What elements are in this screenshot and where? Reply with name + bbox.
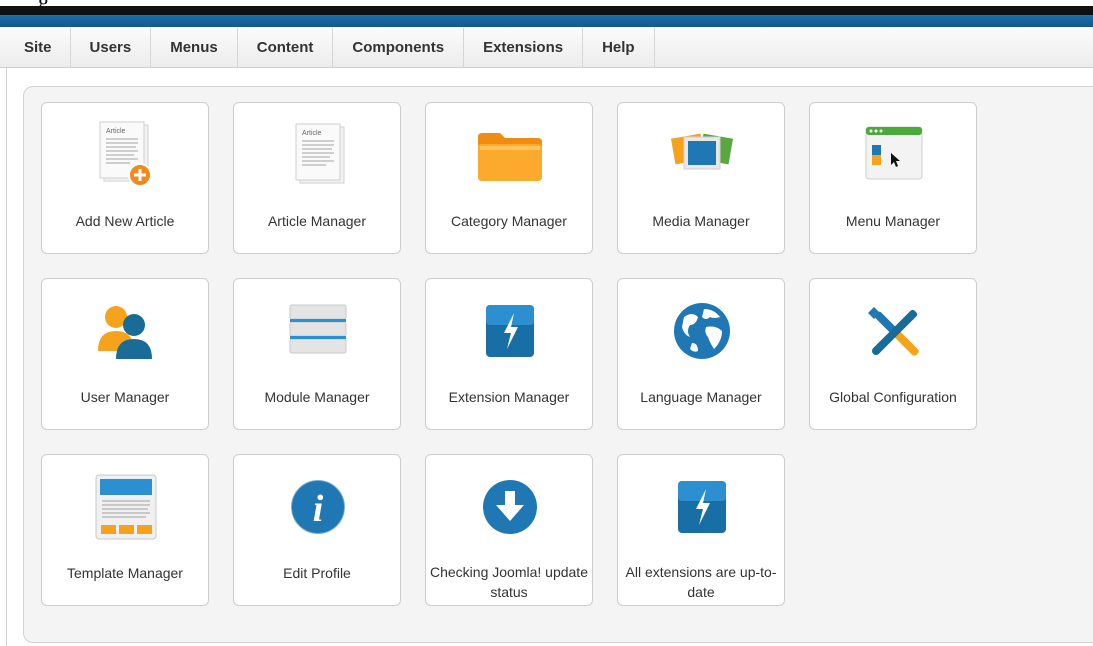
folder-icon [474,119,546,191]
tile-extensions-up-to-date[interactable]: All extensions are up-to-date [617,454,785,606]
info-icon: i [282,471,354,543]
tile-user-manager[interactable]: User Manager [41,278,209,430]
tile-language-manager[interactable]: Language Manager [617,278,785,430]
add-article-icon: Article [90,119,162,191]
tile-add-new-article[interactable]: Article Add New Article [41,102,209,254]
tile-label: Extension Manager [448,389,570,405]
tile-category-manager[interactable]: Category Manager [425,102,593,254]
tile-media-manager[interactable]: Media Manager [617,102,785,254]
article-icon: Article [282,119,354,191]
header-blue-bar [0,15,1093,27]
tile-label: Language Manager [640,389,762,405]
quick-icons-panel: Article Add New Article Article Article … [23,86,1093,643]
menu-window-icon [858,119,930,191]
tools-icon [858,295,930,367]
download-icon [474,471,546,543]
tile-label: Template Manager [67,565,183,581]
tile-label: Article Manager [267,213,367,229]
users-icon [90,295,162,367]
tile-label: Media Manager [652,213,750,229]
menu-help[interactable]: Help [583,28,655,68]
menu-menus[interactable]: Menus [151,28,238,68]
lightning-icon [666,471,738,543]
tile-label: Category Manager [451,213,567,229]
tile-label: User Manager [80,389,170,405]
tile-extension-manager[interactable]: Extension Manager [425,278,593,430]
tile-label: Checking Joomla! update status [430,564,588,600]
tile-global-configuration[interactable]: Global Configuration [809,278,977,430]
tile-label: Edit Profile [283,565,351,581]
tile-checking-update-status[interactable]: Checking Joomla! update status [425,454,593,606]
media-icon [666,119,738,191]
top-dark-strip [0,6,1093,15]
tile-article-manager[interactable]: Article Article Manager [233,102,401,254]
svg-text:Article: Article [106,128,126,135]
template-icon [90,471,162,543]
menu-extensions[interactable]: Extensions [464,28,584,68]
tile-label: Global Configuration [829,389,957,405]
menu-content[interactable]: Content [238,28,334,68]
tile-menu-manager[interactable]: Menu Manager [809,102,977,254]
modules-icon [282,295,354,367]
main-menu-bar: Site Users Menus Content Components Exte… [0,28,1093,68]
tile-template-manager[interactable]: Template Manager [41,454,209,606]
svg-text:i: i [313,488,324,530]
tile-label: Module Manager [264,389,370,405]
globe-icon [666,295,738,367]
tile-label: Menu Manager [845,213,941,229]
menu-users[interactable]: Users [71,28,152,68]
tile-module-manager[interactable]: Module Manager [233,278,401,430]
svg-text:Article: Article [302,130,322,137]
lightning-icon [474,295,546,367]
menu-components[interactable]: Components [333,28,465,68]
tile-edit-profile[interactable]: i Edit Profile [233,454,401,606]
menu-site[interactable]: Site [0,28,71,68]
page-left-border [6,68,7,646]
tile-label: All extensions are up-to-date [625,564,777,600]
tile-label: Add New Article [75,213,175,229]
